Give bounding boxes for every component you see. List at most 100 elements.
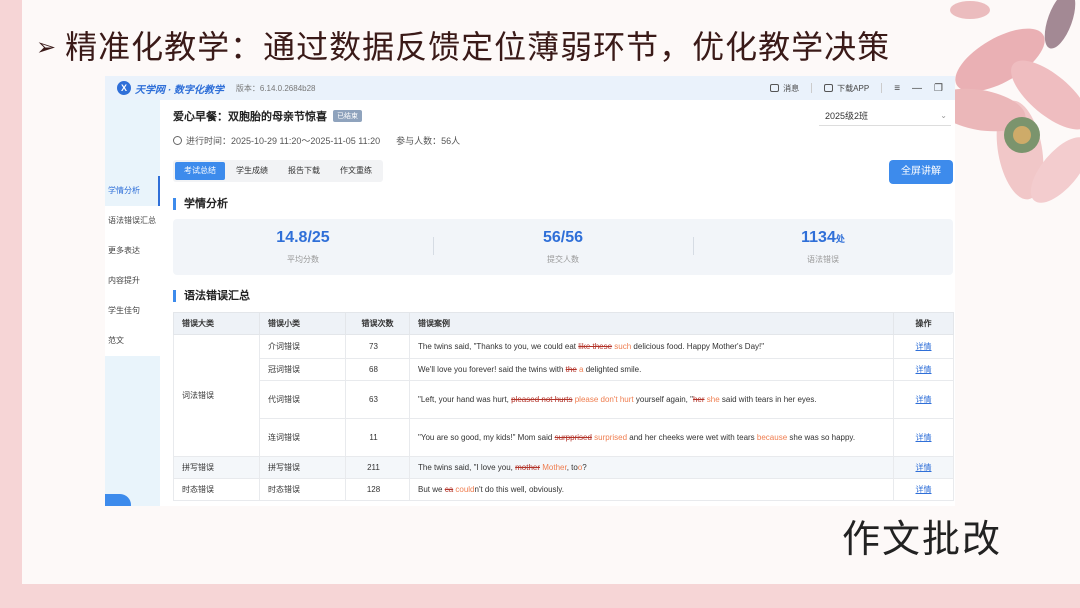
error-example-cell: But we ca couldn't do this well, obvious… [409, 478, 894, 501]
error-subcategory-cell: 时态错误 [259, 478, 346, 501]
sidebar-item-grammar-errors[interactable]: 语法错误汇总 [105, 206, 160, 236]
sidebar-item-model-essay[interactable]: 范文 [105, 326, 160, 356]
stat-label: 平均分数 [287, 255, 319, 264]
brand-name: 天学网 · 数字化教学 [135, 84, 224, 96]
example-text: yourself again, " [633, 394, 693, 404]
column-header: 错误大类 [173, 312, 260, 335]
column-header: 错误案例 [409, 312, 894, 335]
column-header: 操作 [893, 312, 954, 335]
column-header: 错误小类 [259, 312, 346, 335]
class-select[interactable]: 2025级2班 ⌄ [819, 106, 951, 126]
floating-button[interactable] [105, 494, 131, 506]
sidebar-item-content-improve[interactable]: 内容提升 [105, 266, 160, 296]
example-text: We'll love you forever! said the twins w… [418, 364, 566, 374]
app-version: 版本：6.14.0.2684b28 [235, 83, 316, 93]
exam-meta: 进行时间：2025-10-29 11:20～2025-11-05 11:20 参… [173, 134, 460, 147]
error-count-cell: 68 [345, 358, 410, 381]
error-example-cell: "You are so good, my kids!" Mom said sur… [409, 418, 894, 457]
page-title: 爱心早餐：双胞胎的母亲节惊喜 [173, 111, 327, 123]
menu-icon[interactable]: ≡ [894, 83, 900, 94]
deleted-text: surpprised [554, 432, 592, 442]
chevron-down-icon: ⌄ [940, 111, 947, 120]
download-icon [824, 84, 834, 92]
error-example-cell: The twins said, "Thanks to you, we could… [409, 334, 894, 359]
table-row: 时态错误 时态错误 128 But we ca couldn't do this… [173, 478, 954, 501]
tab-student-scores[interactable]: 学生成绩 [227, 162, 277, 180]
section-title-errors: 语法错误汇总 [173, 290, 250, 302]
error-category-cell: 拼写错误 [173, 456, 260, 479]
fullscreen-button[interactable]: 全屏讲解 [889, 160, 953, 184]
tab-exam-summary[interactable]: 考试总结 [175, 162, 225, 180]
error-table: 错误大类 错误小类 错误次数 错误案例 操作 词法错误 介词错误 73 The … [173, 312, 954, 501]
download-app-button[interactable]: 下载APP [824, 83, 869, 94]
error-count-cell: 11 [345, 418, 410, 457]
section-title-analysis: 学情分析 [173, 198, 228, 210]
inserted-text: surprised [594, 432, 628, 442]
error-example-cell: "Left, your hand was hurt, pleased not h… [409, 380, 894, 419]
table-row: 冠词错误 68 We'll love you forever! said the… [174, 358, 954, 381]
tab-report-download[interactable]: 报告下载 [279, 162, 329, 180]
inserted-text: Mother [542, 462, 567, 472]
minimize-icon[interactable]: — [912, 83, 922, 94]
details-link[interactable]: 详情 [893, 380, 954, 419]
deleted-text: mother [515, 462, 541, 472]
restore-icon[interactable]: ❐ [934, 83, 943, 94]
message-label: 消息 [783, 83, 800, 93]
stat-unit: 处 [835, 234, 845, 244]
sidebar-item-good-sentences[interactable]: 学生佳句 [105, 296, 160, 326]
deleted-text: her [692, 394, 705, 404]
error-subcategory-cell: 介词错误 [259, 334, 346, 359]
example-text: But we [418, 484, 445, 494]
exam-time: 进行时间：2025-10-29 11:20～2025-11-05 11:20 [186, 136, 381, 146]
inserted-text: such [614, 341, 632, 351]
stat-value: 1134 [801, 229, 836, 246]
clock-icon [173, 136, 182, 145]
message-button[interactable]: 消息 [770, 83, 799, 94]
stat-label: 提交人数 [547, 255, 579, 264]
inserted-text: because [756, 432, 788, 442]
app-topbar: X 天学网 · 数字化教学 版本：6.14.0.2684b28 消息 下载APP… [105, 76, 955, 100]
class-select-value: 2025级2班 [825, 111, 869, 121]
slide-caption: 作文批改 [842, 517, 1003, 561]
details-link[interactable]: 详情 [893, 334, 954, 359]
stat-value: 14.8/25 [276, 229, 330, 246]
example-text: n't do this well, obviously. [474, 484, 564, 494]
details-link[interactable]: 详情 [893, 456, 954, 479]
tab-essay-redo[interactable]: 作文重练 [331, 162, 381, 180]
example-text: "Left, your hand was hurt, [418, 394, 512, 404]
status-badge: 已结束 [333, 110, 362, 122]
example-text: said with tears in her eyes. [719, 394, 817, 404]
stat-label: 语法错误 [807, 255, 839, 264]
topbar-divider [881, 83, 883, 93]
table-row: 词法错误 介词错误 73 The twins said, "Thanks to … [173, 334, 954, 457]
deleted-text: the [565, 364, 577, 374]
stats-panel: 14.8/25 平均分数 56/56 提交人数 1134处 语法错误 [173, 219, 953, 275]
participant-count: 参与人数：56人 [396, 136, 461, 146]
bullet-arrow-icon: ➢ [36, 33, 58, 61]
example-text: and her cheeks were wet with tears [627, 432, 757, 442]
sidebar-item-more-expressions[interactable]: 更多表达 [105, 236, 160, 266]
details-link[interactable]: 详情 [893, 478, 954, 501]
error-subcategory-cell: 冠词错误 [259, 358, 346, 381]
slide-heading-text: 精准化教学：通过数据反馈定位薄弱环节，优化教学决策 [65, 28, 891, 66]
slide-bottom-band [0, 584, 1080, 608]
details-link[interactable]: 详情 [893, 418, 954, 457]
error-category-cell: 词法错误 [173, 334, 260, 457]
example-text: ? [582, 462, 587, 472]
error-count-cell: 128 [345, 478, 410, 501]
details-link[interactable]: 详情 [893, 358, 954, 381]
deleted-text: like these [578, 341, 613, 351]
sidebar-item-analysis[interactable]: 学情分析 [105, 176, 160, 206]
error-count-cell: 63 [345, 380, 410, 419]
table-row: 连词错误 11 "You are so good, my kids!" Mom … [174, 418, 954, 457]
tab-bar: 考试总结 学生成绩 报告下载 作文重练 [173, 160, 383, 182]
inserted-text: could [455, 484, 475, 494]
example-text: "You are so good, my kids!" Mom said [418, 432, 555, 442]
inserted-text: she [706, 394, 720, 404]
stat-grammar-errors: 1134处 语法错误 [693, 219, 953, 275]
column-header: 错误次数 [345, 312, 410, 335]
deleted-text: pleased not hurts [511, 394, 573, 404]
deleted-text: ca [444, 484, 454, 494]
stat-submissions: 56/56 提交人数 [433, 219, 693, 275]
example-text: she was so happy. [787, 432, 856, 442]
